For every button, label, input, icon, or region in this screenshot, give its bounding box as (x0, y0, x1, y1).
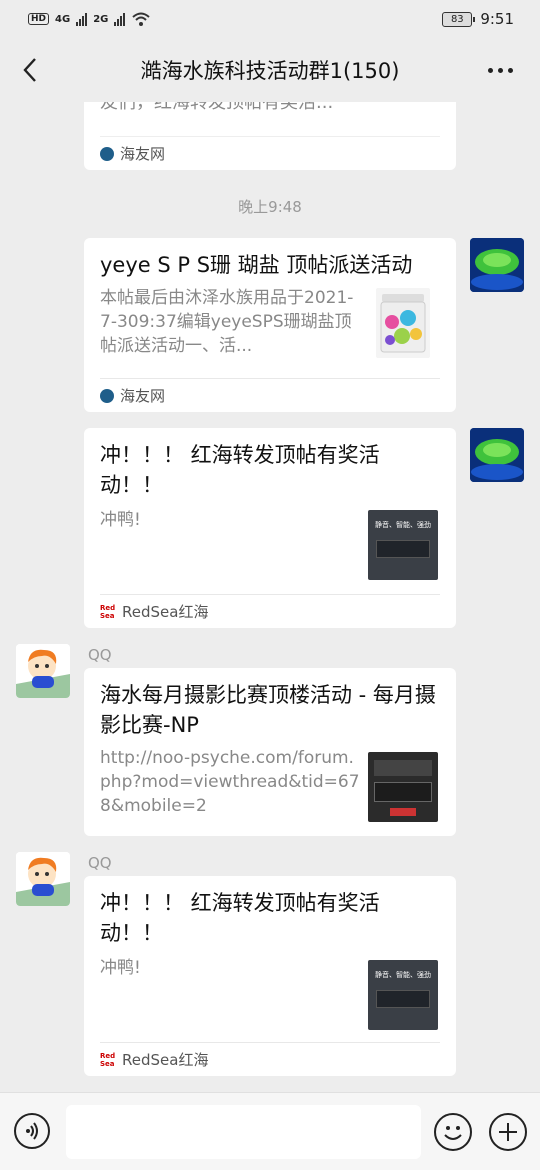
more-dots-icon[interactable] (482, 56, 518, 84)
net-label-2: 2G (93, 13, 109, 25)
battery-icon: 83 (442, 11, 476, 27)
status-left: HD 4G 2G (28, 11, 151, 27)
emoji-icon[interactable] (434, 1113, 472, 1151)
input-bar (0, 1092, 540, 1170)
card-title: 海水每月摄影比赛顶楼活动 - 每月摄影比赛-NP (100, 683, 436, 737)
hd-badge: HD (28, 13, 50, 25)
net-label-1: 4G (55, 13, 71, 25)
message-input[interactable] (66, 1105, 421, 1159)
link-card-partial[interactable]: 友们，红海转发顶帖有奖活... 海友网 (84, 102, 456, 170)
clock: 9:51 (480, 10, 514, 28)
card-source: Red Sea RedSea红海 (100, 1042, 440, 1076)
sender-avatar[interactable] (16, 852, 70, 906)
plus-icon[interactable] (489, 1113, 527, 1151)
haiyou-icon (100, 146, 114, 161)
status-bar: HD 4G 2G 83 9:51 (0, 0, 540, 38)
status-right: 83 9:51 (442, 10, 514, 28)
chat-title: 澔海水族科技活动群1(150) (140, 59, 400, 83)
link-card[interactable]: 冲！！！ 红海转发顶帖有奖活动！！ 冲鸭! 静音、智能、强劲 Red Sea R… (84, 428, 456, 628)
voice-icon[interactable] (14, 1113, 50, 1149)
timestamp: 晚上9:48 (238, 198, 302, 216)
source-label: RedSea红海 (122, 603, 209, 621)
thumb-caption: 静音、智能、强劲 (375, 521, 431, 529)
my-avatar[interactable] (470, 428, 524, 482)
message-list[interactable]: 友们，红海转发顶帖有奖活... 海友网 晚上9:48 yeye S P S珊 瑚… (0, 102, 540, 1092)
card-title: yeye S P S珊 瑚盐 顶帖派送活动 (100, 253, 413, 277)
chat-header: 澔海水族科技活动群1(150) (0, 38, 540, 102)
source-label: 海友网 (120, 145, 166, 163)
card-source: 海友网 (100, 136, 440, 170)
wifi-icon (132, 12, 151, 26)
redsea-logo-icon: Red Sea (100, 1051, 116, 1068)
redsea-logo-icon: Red Sea (100, 603, 116, 620)
haiyou-icon (100, 388, 114, 403)
my-avatar[interactable] (470, 238, 524, 292)
link-card[interactable]: yeye S P S珊 瑚盐 顶帖派送活动 本帖最后由沐泽水族用品于2021-7… (84, 238, 456, 412)
card-title: 冲！！！ 红海转发顶帖有奖活动！！ (100, 443, 380, 497)
sender-name: QQ (88, 854, 112, 872)
device-thumbnail (368, 752, 438, 822)
link-card[interactable]: 冲！！！ 红海转发顶帖有奖活动！！ 冲鸭! 静音、智能、强劲 Red Sea R… (84, 876, 456, 1076)
card-source: 海友网 (100, 378, 440, 412)
signal-icon (76, 12, 88, 26)
redsea-thumbnail: 静音、智能、强劲 (368, 510, 438, 580)
source-label: 海友网 (120, 387, 166, 405)
card-desc: 友们，红海转发顶帖有奖活... (100, 102, 334, 113)
card-title: 冲！！！ 红海转发顶帖有奖活动！！ (100, 891, 380, 945)
card-desc: 本帖最后由沐泽水族用品于2021-7-309:37编辑yeyeSPS珊瑚盐顶帖派… (100, 288, 354, 356)
signal-icon-2 (114, 12, 126, 26)
product-thumbnail (376, 288, 430, 358)
link-card[interactable]: 海水每月摄影比赛顶楼活动 - 每月摄影比赛-NP http://noo-psyc… (84, 668, 456, 836)
sender-name: QQ (88, 646, 112, 664)
redsea-thumbnail: 静音、智能、强劲 (368, 960, 438, 1030)
source-label: RedSea红海 (122, 1051, 209, 1069)
sender-avatar[interactable] (16, 644, 70, 698)
card-source: Red Sea RedSea红海 (100, 594, 440, 628)
card-desc: http://noo-psyche.com/forum.php?mod=view… (100, 748, 360, 816)
thumb-caption: 静音、智能、强劲 (375, 971, 431, 979)
back-arrow-icon[interactable] (14, 54, 46, 86)
